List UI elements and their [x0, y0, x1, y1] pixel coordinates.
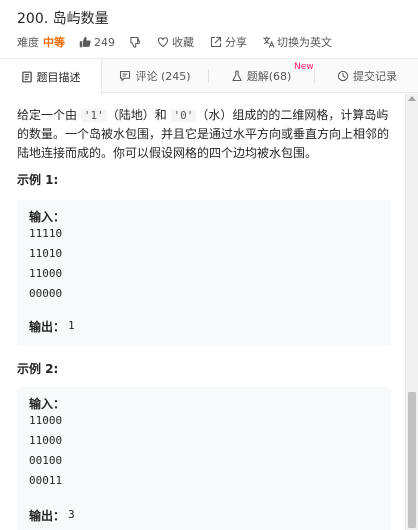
grid-row: 11010	[29, 247, 63, 260]
favorite-label: 收藏	[172, 36, 194, 49]
tab-description[interactable]: 题目描述	[0, 59, 102, 94]
problem-meta-bar: 难度 中等 249 收藏 分享 切换为英文	[17, 34, 332, 50]
example-output-value: 1	[68, 319, 75, 332]
flask-icon	[232, 70, 242, 82]
example-1-box: 输入： 11110 11010 11000 00000 输出： 1	[17, 200, 391, 345]
content-scrollbar[interactable]	[405, 94, 418, 530]
tab-comments[interactable]: 评论 (245)	[104, 59, 206, 93]
grid-row: 11000	[29, 267, 63, 280]
heart-icon	[157, 37, 169, 48]
difficulty-label: 难度	[17, 36, 39, 49]
dislike-button[interactable]	[129, 36, 141, 48]
example-output-label: 输出：	[29, 320, 66, 334]
grid-row: 00011	[29, 474, 63, 487]
document-icon	[21, 71, 32, 82]
scroll-up-arrow-icon[interactable]	[408, 96, 416, 101]
land-code: '1'	[80, 109, 107, 122]
example-1-title: 示例 1:	[17, 173, 59, 187]
share-button[interactable]: 分享	[210, 34, 247, 50]
difficulty-badge: 中等	[43, 36, 65, 49]
grid-row: 00000	[29, 287, 63, 300]
thumbs-up-icon	[79, 36, 91, 48]
grid-row: 11110	[29, 227, 63, 240]
clock-icon	[337, 70, 349, 82]
example-input-label: 输入：	[29, 397, 66, 411]
scroll-thumb[interactable]	[408, 392, 416, 528]
tab-separator	[208, 69, 209, 83]
water-code: '0'	[170, 109, 197, 122]
tab-submissions-label: 提交记录	[353, 70, 397, 83]
thumbs-down-icon	[130, 36, 141, 48]
tab-submissions[interactable]: 提交记录	[316, 59, 418, 93]
like-count: 249	[94, 35, 115, 49]
grid-row: 11000	[29, 434, 63, 447]
example-output-label: 输出：	[29, 509, 66, 523]
example-input-label: 输入：	[29, 210, 66, 224]
problem-tabs: 题目描述 评论 (245) 题解(68) New 提交记录	[0, 58, 418, 94]
problem-content: 给定一个由 '1' （陆地）和 '0' （水）组成的的二维网格，计算岛屿的数量。一个…	[0, 94, 405, 530]
example-output-value: 3	[68, 508, 75, 521]
problem-header: 200. 岛屿数量 难度 中等 249 收藏 分享 切换为英文	[0, 0, 418, 58]
tab-comments-label: 评论 (245)	[135, 70, 191, 83]
favorite-button[interactable]: 收藏	[157, 34, 194, 50]
share-label: 分享	[225, 36, 247, 49]
example-2-box: 输入： 11000 11000 00100 00011 输出： 3	[17, 387, 391, 530]
translate-icon	[263, 36, 275, 48]
tab-separator	[314, 69, 315, 83]
grid-row: 11000	[29, 414, 63, 427]
share-icon	[210, 36, 222, 48]
example-2-title: 示例 2:	[17, 362, 59, 376]
switch-language-label: 切换为英文	[277, 36, 332, 49]
tab-solutions-label: 题解(68)	[246, 70, 292, 83]
problem-title: 200. 岛屿数量	[17, 11, 109, 27]
comment-icon	[120, 70, 131, 82]
new-badge: New	[294, 62, 314, 72]
switch-language-button[interactable]: 切换为英文	[263, 34, 332, 50]
tab-description-label: 题目描述	[36, 70, 81, 84]
like-button[interactable]: 249	[79, 36, 115, 49]
problem-description: 给定一个由 '1' （陆地）和 '0' （水）组成的的二维网格，计算岛屿的数量。一个…	[17, 108, 390, 160]
grid-row: 00100	[29, 454, 63, 467]
